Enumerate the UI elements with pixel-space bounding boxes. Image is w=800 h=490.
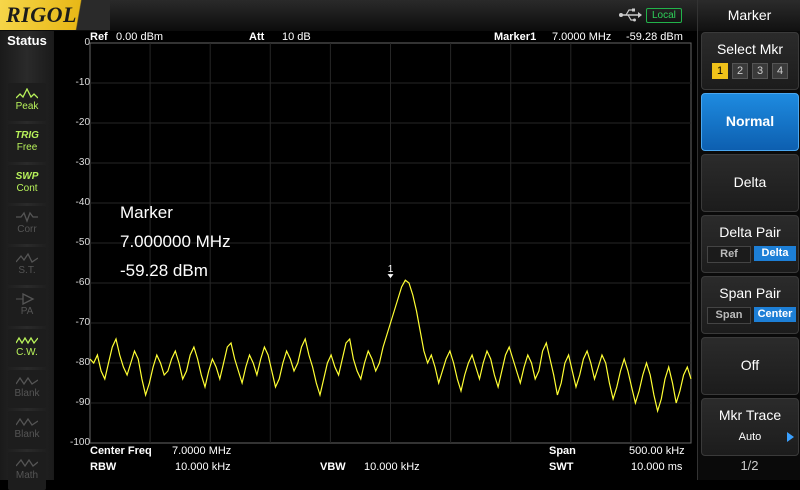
y-tick-label: -50 [75,237,90,248]
vbw-label: VBW [320,461,346,473]
status-item-blank: Blank [8,370,46,408]
y-tick-label: -60 [75,277,90,288]
attenuation-label: Att [249,31,265,43]
y-tick-label: -30 [75,157,90,168]
delta-pair-toggle: Ref Delta [707,246,796,263]
swt-label: SWT [549,461,574,473]
status-item-label: Blank [14,429,40,440]
y-tick-label: -70 [75,317,90,328]
title-bar: RIGOL Local [0,0,697,32]
status-item-label: Free [16,142,38,153]
marker-trace-label: Mkr Trace [718,407,782,423]
y-tick-label: 0 [84,37,90,48]
status-item-corr: Corr [8,206,46,244]
y-tick-label: -10 [75,77,90,88]
menu-title: Marker [698,0,800,31]
status-panel: Status Peak TRIG Free SWP Cont Corr S.T. PA C.W.… [0,31,55,490]
off-button[interactable]: Off [701,337,799,395]
pa-icon [8,293,46,305]
marker-2-option[interactable]: 2 [732,63,748,79]
status-item-pa: PA [8,288,46,326]
blank-icon [8,375,46,387]
status-item-symbol: SWP [15,171,39,182]
marker-trace-value: Auto [738,431,762,443]
status-item-free: TRIG Free [8,124,46,162]
status-item-label: Math [15,470,39,481]
swt-value: 10.000 ms [631,461,683,473]
usb-icon [619,8,642,22]
span-pair-toggle: Span Center [707,307,796,324]
marker-readout-level: -59.28 dBm [120,261,208,280]
y-tick-label: -80 [75,357,90,368]
status-item-label: Cont [16,183,38,194]
center-freq-label: Center Freq [90,445,152,457]
marker-4-option[interactable]: 4 [772,63,788,79]
brand-logo: RIGOL [0,0,110,30]
status-item-label: Peak [15,101,39,112]
softkey-menu: Marker Select Mkr 1234 Normal Delta Delt… [697,0,800,480]
status-item-st: S.T. [8,247,46,285]
status-item-label: Corr [17,224,37,235]
status-item-label: PA [20,306,34,317]
span-pair-span-option[interactable]: Span [707,307,751,324]
status-item-symbol: TRIG [15,130,39,141]
blank-icon [8,416,46,428]
delta-button[interactable]: Delta [701,154,799,212]
span-pair-label: Span Pair [719,285,781,301]
status-title: Status [7,33,47,48]
span-value: 500.00 kHz [629,445,685,457]
ref-level-label: Ref [90,31,108,43]
corr-icon [8,211,46,223]
rbw-value: 10.000 kHz [175,461,231,473]
status-item-cont: SWP Cont [8,165,46,203]
status-item-label: Blank [14,388,40,399]
marker-header-freq: 7.0000 MHz [552,31,612,43]
peak-wave-icon [8,88,46,100]
marker-3-option[interactable]: 3 [752,63,768,79]
status-item-blank: Blank [8,411,46,449]
marker-trace-button[interactable]: Mkr Trace Auto [701,398,799,456]
status-item-cw: C.W. [8,329,46,367]
remote-state-badge: Local [646,8,682,23]
span-pair-button[interactable]: Span Pair Span Center [701,276,799,334]
st-icon [8,252,46,264]
normal-label: Normal [725,113,775,129]
ref-level-value: 0.00 dBm [116,31,164,43]
normal-button[interactable]: Normal [701,93,799,151]
y-tick-label: -100 [69,437,90,448]
menu-page-indicator[interactable]: 1/2 [698,458,800,473]
select-marker-label: Select Mkr [716,41,784,57]
brand-text: RIGOL [6,2,77,27]
y-tick-label: -90 [75,397,90,408]
submenu-arrow-icon [787,432,794,442]
marker-header-label: Marker1 [494,31,537,43]
delta-label: Delta [733,174,767,190]
marker-readout-title: Marker [120,203,173,222]
y-tick-label: -40 [75,197,90,208]
status-item-math: Math [8,452,46,490]
status-item-peak: Peak [8,83,46,121]
center-freq-value: 7.0000 MHz [172,445,232,457]
vbw-value: 10.000 kHz [364,461,420,473]
span-label: Span [549,445,576,457]
marker-readout-freq: 7.000000 MHz [120,232,231,251]
marker-1-tag: 1 [388,264,394,275]
span-pair-center-option[interactable]: Center [754,307,796,322]
marker-1-option[interactable]: 1 [712,63,728,79]
status-item-label: S.T. [18,265,36,276]
select-marker-button[interactable]: Select Mkr 1234 [701,32,799,90]
cw-icon [8,334,46,346]
math-icon [8,457,46,469]
delta-pair-button[interactable]: Delta Pair Ref Delta [701,215,799,273]
delta-pair-ref-option[interactable]: Ref [707,246,751,263]
marker-readout: Marker 7.000000 MHz -59.28 dBm [120,198,231,285]
off-label: Off [740,357,760,373]
delta-pair-label: Delta Pair [719,224,781,240]
y-tick-label: -20 [75,117,90,128]
delta-pair-delta-option[interactable]: Delta [754,246,796,261]
marker-header-level: -59.28 dBm [626,31,683,43]
rbw-label: RBW [90,461,117,473]
status-item-label: C.W. [16,347,38,358]
attenuation-value: 10 dB [282,31,311,43]
